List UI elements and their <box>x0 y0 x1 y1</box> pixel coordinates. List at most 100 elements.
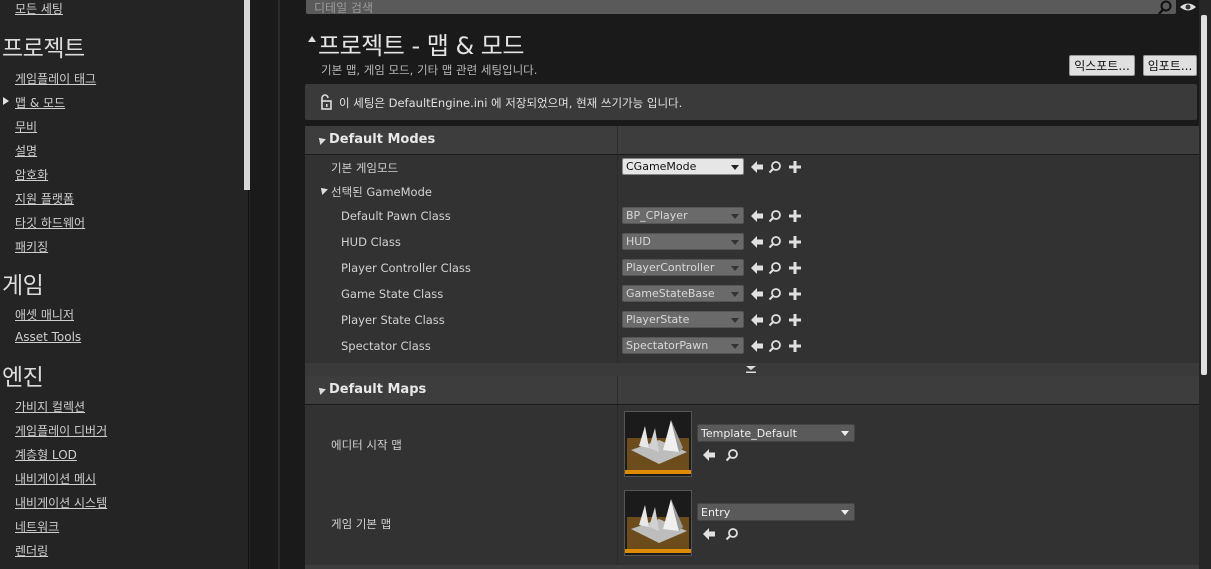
nav-item-network[interactable]: 네트워크 <box>15 518 59 535</box>
next-category-header <box>305 565 1199 569</box>
level-map-icon <box>625 412 691 476</box>
expand-advanced-icon[interactable] <box>745 365 757 374</box>
section-title: 프로젝트 - 맵 & 모드 <box>318 32 524 60</box>
game-state-class-label: Game State Class <box>341 287 444 301</box>
chevron-down-icon <box>731 292 739 297</box>
use-selected-arrow-icon[interactable] <box>750 287 764 301</box>
nav-item-navmesh[interactable]: 내비게이션 메시 <box>15 470 96 487</box>
use-selected-arrow-icon[interactable] <box>750 313 764 327</box>
player-state-class-value: PlayerState <box>626 313 690 326</box>
chevron-down-icon <box>841 431 849 436</box>
chevron-down-icon <box>841 510 849 515</box>
nav-item-gameplay-tags[interactable]: 게임플레이 태그 <box>15 70 96 87</box>
nav-item-movies[interactable]: 무비 <box>15 118 37 135</box>
nav-item-hlod[interactable]: 계층형 LOD <box>15 446 77 463</box>
nav-item-asset-tools[interactable]: Asset Tools <box>15 330 81 344</box>
nav-item-rendering[interactable]: 렌더링 <box>15 542 48 559</box>
browse-search-icon[interactable] <box>768 209 782 223</box>
default-pawn-class-label: Default Pawn Class <box>341 209 451 223</box>
add-plus-icon[interactable] <box>788 313 802 327</box>
use-selected-arrow-icon[interactable] <box>750 209 764 223</box>
nav-item-asset-manager[interactable]: 애셋 매니저 <box>15 306 74 323</box>
nav-item-description[interactable]: 설명 <box>15 142 37 159</box>
editor-startup-map-thumbnail[interactable] <box>624 411 692 477</box>
spectator-class-value: SpectatorPawn <box>626 339 709 352</box>
nav-category-engine: 엔진 <box>2 365 44 391</box>
default-maps-header[interactable]: Default Maps <box>305 376 1199 404</box>
nav-item-packaging[interactable]: 패키징 <box>15 238 48 255</box>
settings-nav: 모든 세팅 프로젝트 게임플레이 태그 맵 & 모드 무비 설명 암호화 지원 … <box>0 0 250 569</box>
default-modes-header[interactable]: Default Modes <box>305 126 1199 154</box>
nav-item-maps-modes[interactable]: 맵 & 모드 <box>15 94 65 111</box>
editor-startup-map-label: 에디터 시작 맵 <box>331 438 402 452</box>
default-gamemode-dropdown[interactable]: CGameMode <box>622 158 744 175</box>
nav-item-target-hardware[interactable]: 타깃 하드웨어 <box>15 214 85 231</box>
import-button[interactable]: 임포트... <box>1143 55 1197 76</box>
game-default-map-value: Entry <box>701 506 731 519</box>
default-gamemode-label: 기본 게임모드 <box>331 161 399 175</box>
browse-search-icon[interactable] <box>768 261 782 275</box>
game-state-class-dropdown[interactable]: GameStateBase <box>622 285 744 302</box>
details-scroll-track <box>1199 0 1211 569</box>
player-controller-class-label: Player Controller Class <box>341 261 471 275</box>
browse-search-icon[interactable] <box>768 339 782 353</box>
use-selected-arrow-icon[interactable] <box>750 160 764 174</box>
use-selected-arrow-icon[interactable] <box>702 448 716 462</box>
advanced-expander[interactable] <box>305 363 1199 376</box>
add-plus-icon[interactable] <box>788 160 802 174</box>
default-modes-title: Default Modes <box>329 132 436 147</box>
game-default-map-thumbnail[interactable] <box>624 490 692 556</box>
spectator-class-dropdown[interactable]: SpectatorPawn <box>622 337 744 354</box>
chevron-down-icon <box>731 318 739 323</box>
nav-item-supported-platforms[interactable]: 지원 플랫폼 <box>15 190 74 207</box>
browse-search-icon[interactable] <box>768 313 782 327</box>
level-map-icon <box>625 491 691 555</box>
game-state-class-value: GameStateBase <box>626 287 715 300</box>
use-selected-arrow-icon[interactable] <box>750 339 764 353</box>
browse-search-icon[interactable] <box>768 160 782 174</box>
details-search-input[interactable]: 디테일 검색 <box>306 0 1176 15</box>
config-notice: 이 세팅은 DefaultEngine.ini 에 저장되었으며, 현재 쓰기가… <box>305 84 1197 120</box>
pane-divider[interactable] <box>278 0 280 569</box>
game-default-map-dropdown[interactable]: Entry <box>697 503 855 521</box>
use-selected-arrow-icon[interactable] <box>750 261 764 275</box>
browse-search-icon[interactable] <box>768 287 782 301</box>
browse-search-icon[interactable] <box>725 527 739 541</box>
browse-search-icon[interactable] <box>768 235 782 249</box>
chevron-down-icon <box>731 344 739 349</box>
use-selected-arrow-icon[interactable] <box>750 235 764 249</box>
use-selected-arrow-icon[interactable] <box>702 527 716 541</box>
section-collapse-icon[interactable] <box>308 36 316 42</box>
nav-item-navigation-system[interactable]: 내비게이션 시스템 <box>15 494 107 511</box>
hud-class-label: HUD Class <box>341 235 401 249</box>
editor-startup-map-dropdown[interactable]: Template_Default <box>697 424 855 442</box>
player-state-class-dropdown[interactable]: PlayerState <box>622 311 744 328</box>
add-plus-icon[interactable] <box>788 339 802 353</box>
add-plus-icon[interactable] <box>788 209 802 223</box>
default-maps-title: Default Maps <box>329 382 427 397</box>
browse-search-icon[interactable] <box>725 448 739 462</box>
editor-startup-map-value: Template_Default <box>701 427 797 440</box>
nav-item-garbage-collection[interactable]: 가비지 컬렉션 <box>15 398 85 415</box>
nav-item-gameplay-debugger[interactable]: 게임플레이 디버거 <box>15 422 107 439</box>
nav-item-encryption[interactable]: 암호화 <box>15 166 48 183</box>
selected-gamemode-label: 선택된 GameMode <box>331 185 432 199</box>
add-plus-icon[interactable] <box>788 235 802 249</box>
default-pawn-class-dropdown[interactable]: BP_CPlayer <box>622 207 744 224</box>
collapse-triangle-icon[interactable] <box>316 135 326 145</box>
collapse-triangle-icon[interactable] <box>316 385 326 395</box>
notice-text: 이 세팅은 DefaultEngine.ini 에 저장되었으며, 현재 쓰기가… <box>339 96 683 110</box>
player-controller-class-dropdown[interactable]: PlayerController <box>622 259 744 276</box>
export-button[interactable]: 익스포트... <box>1069 55 1135 76</box>
details-scrollbar[interactable] <box>1201 15 1207 375</box>
hud-class-dropdown[interactable]: HUD <box>622 233 744 250</box>
selected-arrow-icon <box>3 97 9 105</box>
player-controller-class-value: PlayerController <box>626 261 715 274</box>
nav-category-game: 게임 <box>2 273 44 299</box>
nav-item-all-settings[interactable]: 모든 세팅 <box>15 0 63 17</box>
search-icon[interactable] <box>1156 0 1174 16</box>
add-plus-icon[interactable] <box>788 287 802 301</box>
add-plus-icon[interactable] <box>788 261 802 275</box>
nav-category-project: 프로젝트 <box>2 36 85 62</box>
nav-scrollbar[interactable] <box>244 0 250 190</box>
